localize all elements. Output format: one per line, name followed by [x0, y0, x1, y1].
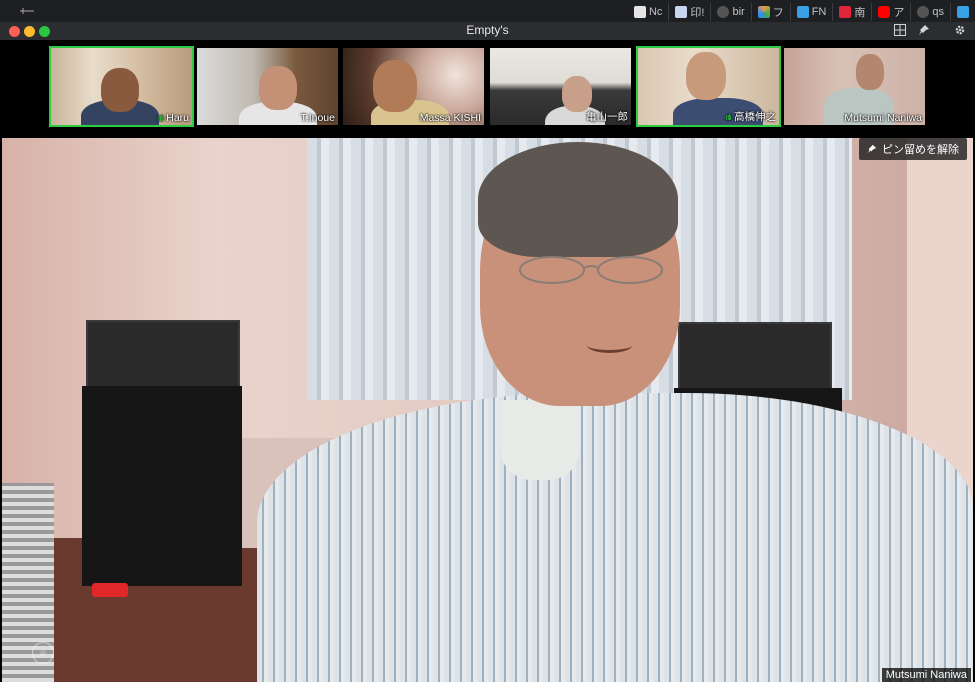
participant-name: 亀山一郎	[586, 111, 628, 123]
unpin-label: ピン留めを解除	[882, 144, 959, 156]
favicon-icon	[757, 6, 770, 18]
gallery-view-icon[interactable]	[893, 24, 907, 38]
participant-name: ·ıılı Haru	[155, 112, 189, 124]
participant-tile[interactable]: ·ıılı Haru	[49, 46, 194, 127]
participant-name: Mutsumi Naniwa	[844, 112, 922, 124]
participant-tile[interactable]: Mutsumi Naniwa	[782, 46, 927, 127]
favicon-icon	[796, 6, 809, 18]
os-tab-bar: Nc 印! bir フ FN 南 ア qs	[0, 0, 975, 22]
favicon-icon	[917, 6, 930, 18]
browser-tab[interactable]: bir	[711, 3, 752, 21]
audio-level-icon: ·ıılı	[155, 113, 164, 123]
participant-name: T.Inoue	[300, 112, 335, 124]
pin-icon[interactable]	[917, 24, 931, 38]
favicon-icon	[633, 6, 646, 18]
browser-tab[interactable]: Nc	[628, 3, 670, 21]
unpin-video-button[interactable]: ピン留めを解除	[859, 138, 967, 160]
pin-icon	[867, 144, 877, 154]
favicon-icon	[675, 6, 688, 18]
participant-tile[interactable]: T.Inoue	[195, 46, 340, 127]
audio-level-icon: ·ıılı	[723, 111, 732, 122]
glasses	[519, 256, 663, 284]
browser-tab[interactable]: FN	[791, 3, 834, 21]
main-video: ピン留めを解除 ◎ Mutsumi Naniwa	[2, 138, 973, 682]
browser-tab[interactable]	[951, 3, 975, 21]
browser-tab[interactable]: 印!	[669, 3, 712, 21]
browser-tab[interactable]: フ	[752, 3, 791, 21]
participant-name: ·ıılı 高橋伸之	[723, 111, 777, 123]
browser-tab[interactable]: 南	[833, 3, 873, 21]
browser-tab[interactable]: qs	[911, 3, 951, 21]
participant-strip: ·ıılı Haru T.Inoue Massa KISHI 亀山一郎 ·ıılı…	[0, 40, 975, 138]
participant-tile[interactable]: 亀山一郎	[488, 46, 633, 127]
favicon-icon	[717, 6, 730, 18]
watermark-logo-icon: ◎	[32, 642, 54, 664]
browser-tab[interactable]: ア	[872, 3, 912, 21]
favicon-icon	[878, 6, 891, 18]
browser-tabs: Nc 印! bir フ FN 南 ア qs	[628, 2, 975, 22]
favicon-icon	[957, 6, 969, 18]
window-title: Empty's	[466, 23, 509, 37]
window-titlebar: Empty's	[0, 22, 975, 40]
favicon-icon	[839, 6, 852, 18]
menu-icon	[20, 8, 34, 14]
participant-name: Massa KISHI	[419, 112, 481, 124]
participant-tile[interactable]: ·ıılı 高橋伸之	[636, 46, 781, 127]
speaker-name: Mutsumi Naniwa	[881, 668, 971, 682]
participant-tile[interactable]: Massa KISHI	[341, 46, 486, 127]
settings-icon[interactable]	[953, 24, 967, 38]
